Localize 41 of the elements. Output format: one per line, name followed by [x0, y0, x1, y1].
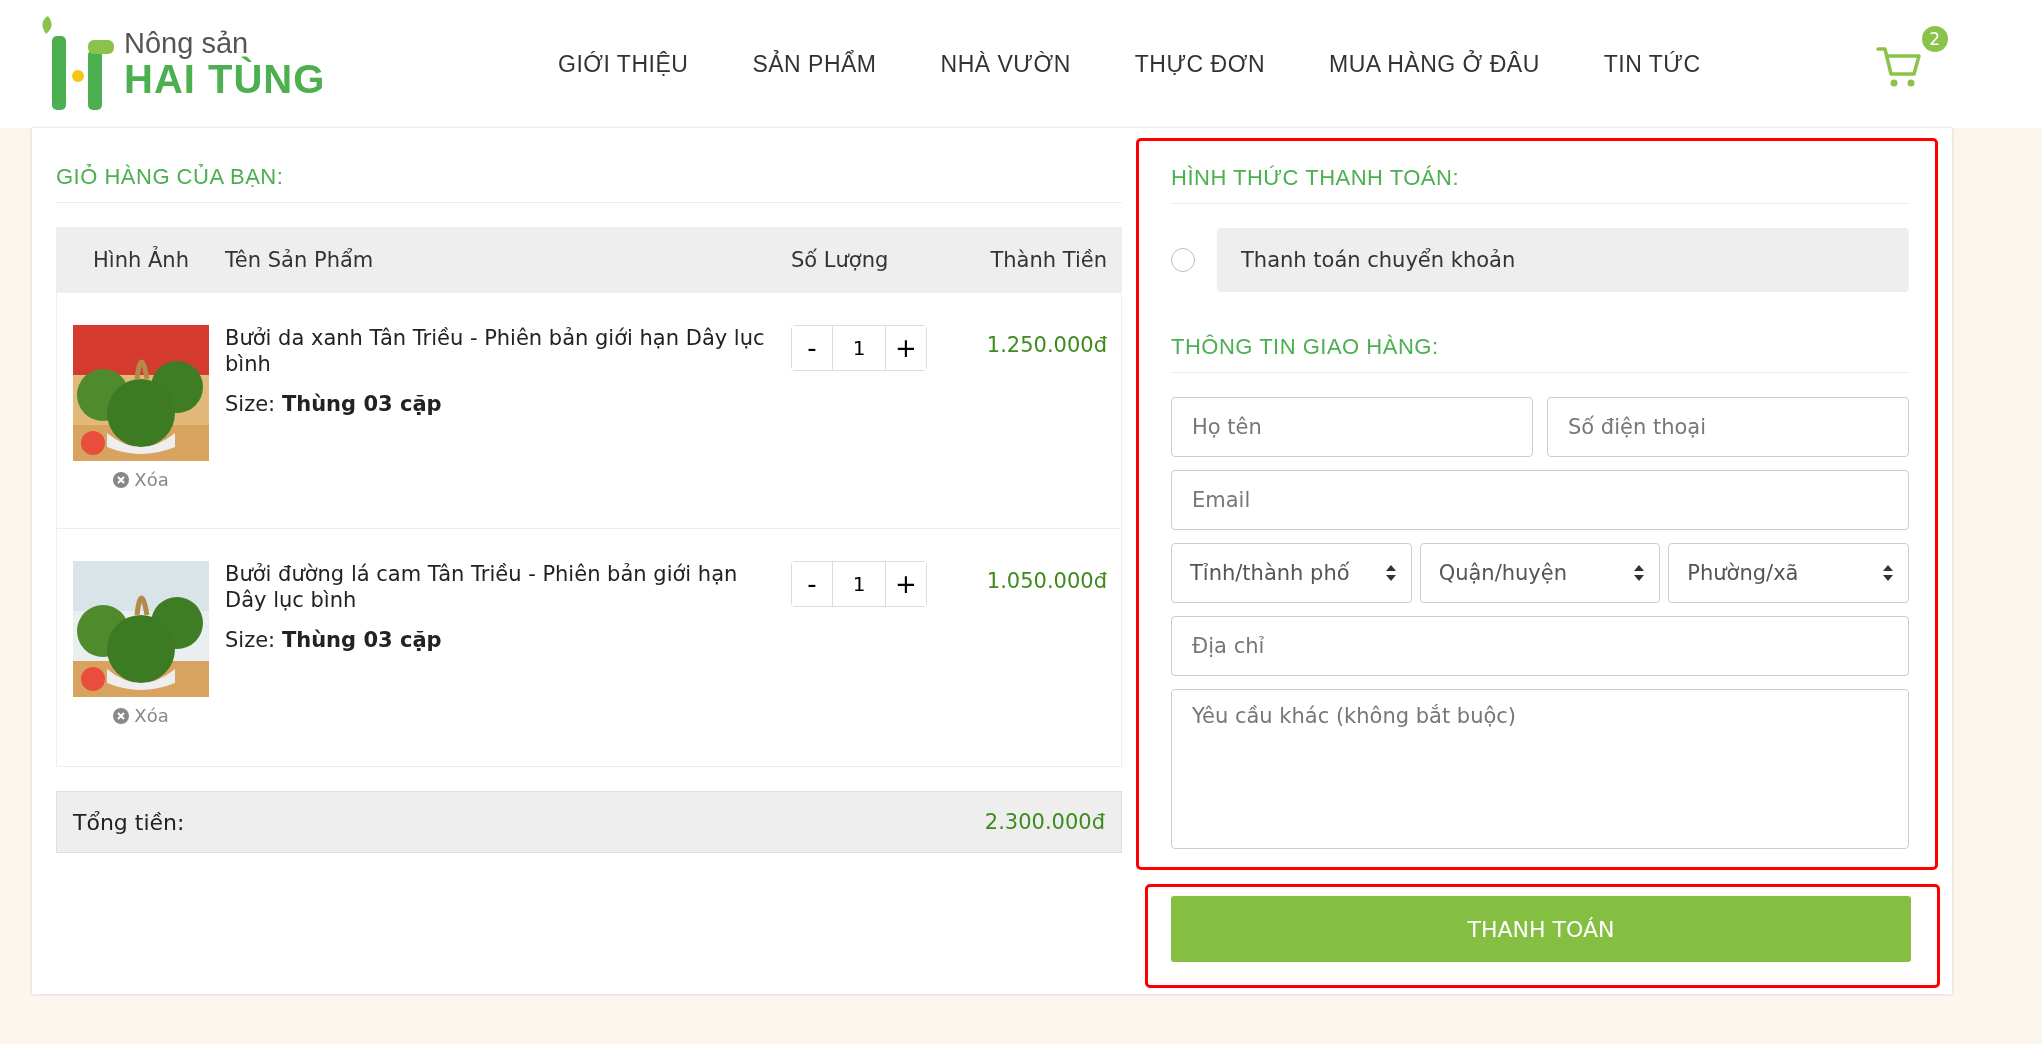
nav-link[interactable]: TIN TỨC: [1603, 50, 1701, 78]
total-amount: 2.300.000đ: [984, 810, 1105, 834]
name-field[interactable]: Họ tên: [1171, 397, 1533, 457]
remove-button[interactable]: Xóa: [113, 469, 169, 490]
size-value: Thùng 03 cặp: [281, 391, 442, 416]
remove-icon: [113, 471, 130, 488]
phone-field[interactable]: Số điện thoại: [1547, 397, 1909, 457]
remove-button[interactable]: Xóa: [113, 705, 169, 726]
column-header: Hình Ảnh: [92, 248, 190, 272]
remove-icon: [113, 707, 130, 724]
shipping-title: THÔNG TIN GIAO HÀNG:: [1171, 292, 1909, 373]
logo-brand: HAI TÙNG: [124, 58, 326, 101]
sort-icon: [1633, 563, 1646, 583]
nav-link[interactable]: THỰC ĐƠN: [1134, 50, 1266, 78]
select-field[interactable]: Tỉnh/thành phố: [1171, 543, 1412, 603]
row-price: 1.250.000đ: [986, 332, 1107, 357]
email-field[interactable]: Email: [1171, 470, 1909, 530]
row-price: 1.050.000đ: [986, 568, 1107, 593]
note-field[interactable]: Yêu cầu khác (không bắt buộc): [1171, 689, 1909, 849]
column-header: Tên Sản Phẩm: [225, 248, 375, 272]
sort-icon: [1882, 563, 1894, 583]
address-field[interactable]: Địa chỉ: [1171, 616, 1909, 676]
nav-link[interactable]: GIỚI THIỆU: [558, 50, 689, 78]
cart-title: GIỎ HÀNG CỦA BẠN:: [56, 128, 1122, 203]
product-name: Bưởi da xanh Tân Triều - Phiên bản giới hạn Dây lục bình: [225, 325, 766, 378]
nav-link[interactable]: SẢN PHẨM: [752, 50, 877, 78]
select-field[interactable]: Phường/xã: [1668, 543, 1909, 603]
total-label: Tổng tiền:: [73, 809, 185, 835]
size-label: Size:: [225, 391, 276, 416]
select-field[interactable]: Quận/huyện: [1419, 543, 1661, 603]
size-label: Size:: [225, 627, 276, 652]
nav-link[interactable]: MUA HÀNG Ở ĐÂU: [1329, 50, 1540, 78]
sort-icon: [1384, 563, 1397, 583]
column-header: Thành Tiền: [989, 248, 1108, 272]
cart-count-badge: 2: [1921, 26, 1948, 52]
payment-title: HÌNH THỨC THANH TOÁN:: [1171, 141, 1909, 204]
size-value: Thùng 03 cặp: [281, 627, 442, 652]
column-header: Số Lượng: [791, 248, 890, 272]
product-name: Bưởi đường lá cam Tân Triều - Phiên bản giới hạn Dây lục bình: [225, 561, 739, 614]
nav-link[interactable]: NHÀ VƯỜN: [940, 50, 1071, 78]
payment-option[interactable]: Thanh toán chuyển khoản: [1217, 228, 1909, 292]
